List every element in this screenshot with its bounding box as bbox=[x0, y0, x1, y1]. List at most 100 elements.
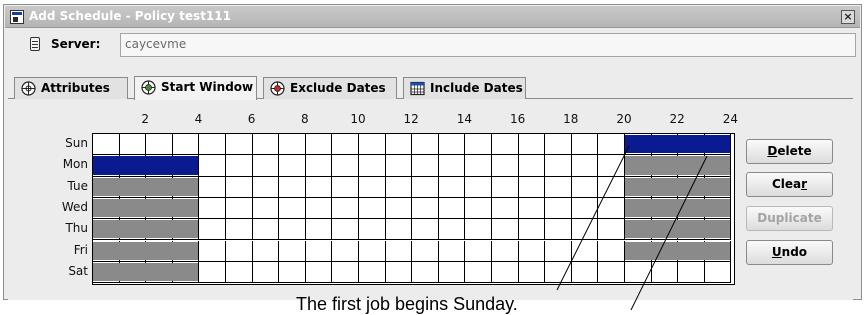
duplicate-button[interactable]: Duplicate bbox=[746, 206, 833, 231]
grid-cell[interactable] bbox=[438, 240, 466, 262]
undo-button[interactable]: Undo bbox=[746, 240, 833, 265]
grid-cell[interactable] bbox=[412, 197, 439, 220]
grid-cell[interactable] bbox=[226, 134, 253, 156]
grid-cell[interactable] bbox=[385, 134, 413, 156]
delete-button[interactable]: Delete bbox=[746, 139, 833, 164]
grid-cell[interactable] bbox=[492, 134, 519, 156]
grid-cell[interactable] bbox=[305, 197, 333, 220]
grid-cell[interactable] bbox=[571, 240, 599, 262]
grid-cell[interactable] bbox=[492, 240, 519, 262]
grid-cell[interactable] bbox=[226, 176, 253, 198]
clear-button[interactable]: Clear bbox=[746, 172, 833, 197]
grid-cell[interactable] bbox=[226, 240, 253, 262]
grid-cell[interactable] bbox=[385, 176, 413, 198]
grid-cell[interactable] bbox=[332, 176, 359, 198]
grid-cell[interactable] bbox=[93, 134, 120, 156]
schedule-window[interactable] bbox=[93, 198, 199, 218]
grid-cell[interactable] bbox=[332, 155, 359, 177]
grid-cell[interactable] bbox=[279, 261, 306, 284]
close-button[interactable]: × bbox=[841, 10, 855, 24]
grid-cell[interactable] bbox=[438, 176, 466, 198]
grid-cell[interactable] bbox=[518, 155, 546, 177]
grid-cell[interactable] bbox=[545, 261, 572, 284]
grid-cell[interactable] bbox=[625, 261, 652, 284]
grid-cell[interactable] bbox=[571, 134, 599, 156]
grid-cell[interactable] bbox=[545, 134, 572, 156]
grid-cell[interactable] bbox=[172, 134, 200, 156]
grid-cell[interactable] bbox=[119, 134, 147, 156]
grid-cell[interactable] bbox=[598, 197, 625, 220]
grid-cell[interactable] bbox=[492, 219, 519, 241]
grid-cell[interactable] bbox=[332, 261, 359, 284]
grid-cell[interactable] bbox=[252, 176, 280, 198]
schedule-window[interactable] bbox=[625, 135, 731, 154]
tab-include-dates[interactable]: Include Dates bbox=[403, 77, 526, 99]
grid-cell[interactable] bbox=[492, 261, 519, 284]
grid-cell[interactable] bbox=[545, 197, 572, 220]
server-field[interactable]: caycevme bbox=[120, 33, 856, 57]
grid-cell[interactable] bbox=[252, 240, 280, 262]
grid-cell[interactable] bbox=[199, 134, 226, 156]
grid-cell[interactable] bbox=[651, 261, 679, 284]
grid-cell[interactable] bbox=[571, 261, 599, 284]
grid-cell[interactable] bbox=[332, 197, 359, 220]
schedule-window[interactable] bbox=[625, 177, 731, 196]
schedule-window[interactable] bbox=[93, 220, 199, 239]
grid-cell[interactable] bbox=[492, 176, 519, 198]
grid-cell[interactable] bbox=[359, 176, 386, 198]
grid-cell[interactable] bbox=[359, 155, 386, 177]
grid-cell[interactable] bbox=[199, 219, 226, 241]
grid-cell[interactable] bbox=[332, 134, 359, 156]
grid-cell[interactable] bbox=[438, 219, 466, 241]
schedule-window[interactable] bbox=[625, 241, 731, 260]
grid-cell[interactable] bbox=[359, 197, 386, 220]
grid-cell[interactable] bbox=[252, 261, 280, 284]
grid-cell[interactable] bbox=[438, 197, 466, 220]
grid-cell[interactable] bbox=[199, 261, 226, 284]
grid-cell[interactable] bbox=[598, 176, 625, 198]
grid-cell[interactable] bbox=[305, 134, 333, 156]
grid-cell[interactable] bbox=[598, 240, 625, 262]
grid-cell[interactable] bbox=[412, 155, 439, 177]
tab-attributes[interactable]: Attributes bbox=[14, 77, 128, 99]
grid-cell[interactable] bbox=[332, 219, 359, 241]
grid-cell[interactable] bbox=[571, 219, 599, 241]
schedule-window[interactable] bbox=[93, 241, 199, 260]
grid-cell[interactable] bbox=[518, 261, 546, 284]
grid-cell[interactable] bbox=[252, 155, 280, 177]
grid-cell[interactable] bbox=[359, 261, 386, 284]
schedule-window[interactable] bbox=[625, 220, 731, 239]
grid-cell[interactable] bbox=[598, 219, 625, 241]
grid-cell[interactable] bbox=[252, 219, 280, 241]
grid-cell[interactable] bbox=[678, 261, 705, 284]
grid-cell[interactable] bbox=[412, 219, 439, 241]
schedule-window[interactable] bbox=[93, 177, 199, 196]
grid-cell[interactable] bbox=[359, 134, 386, 156]
schedule-window[interactable] bbox=[93, 156, 199, 175]
schedule-window[interactable] bbox=[625, 198, 731, 218]
grid-cell[interactable] bbox=[385, 219, 413, 241]
grid-cell[interactable] bbox=[545, 240, 572, 262]
grid-cell[interactable] bbox=[598, 261, 625, 284]
grid-cell[interactable] bbox=[545, 155, 572, 177]
grid-cell[interactable] bbox=[146, 134, 173, 156]
grid-cell[interactable] bbox=[465, 134, 492, 156]
grid-cell[interactable] bbox=[199, 155, 226, 177]
grid-cell[interactable] bbox=[305, 261, 333, 284]
grid-cell[interactable] bbox=[385, 261, 413, 284]
grid-cell[interactable] bbox=[226, 219, 253, 241]
grid-cell[interactable] bbox=[518, 197, 546, 220]
grid-cell[interactable] bbox=[332, 240, 359, 262]
grid-cell[interactable] bbox=[438, 155, 466, 177]
grid-cell[interactable] bbox=[305, 240, 333, 262]
grid-cell[interactable] bbox=[359, 219, 386, 241]
grid-cell[interactable] bbox=[492, 197, 519, 220]
grid-cell[interactable] bbox=[279, 176, 306, 198]
grid-cell[interactable] bbox=[598, 155, 625, 177]
grid-cell[interactable] bbox=[226, 197, 253, 220]
grid-cell[interactable] bbox=[226, 155, 253, 177]
schedule-grid[interactable] bbox=[92, 133, 735, 285]
grid-cell[interactable] bbox=[199, 197, 226, 220]
grid-cell[interactable] bbox=[226, 261, 253, 284]
grid-cell[interactable] bbox=[412, 176, 439, 198]
